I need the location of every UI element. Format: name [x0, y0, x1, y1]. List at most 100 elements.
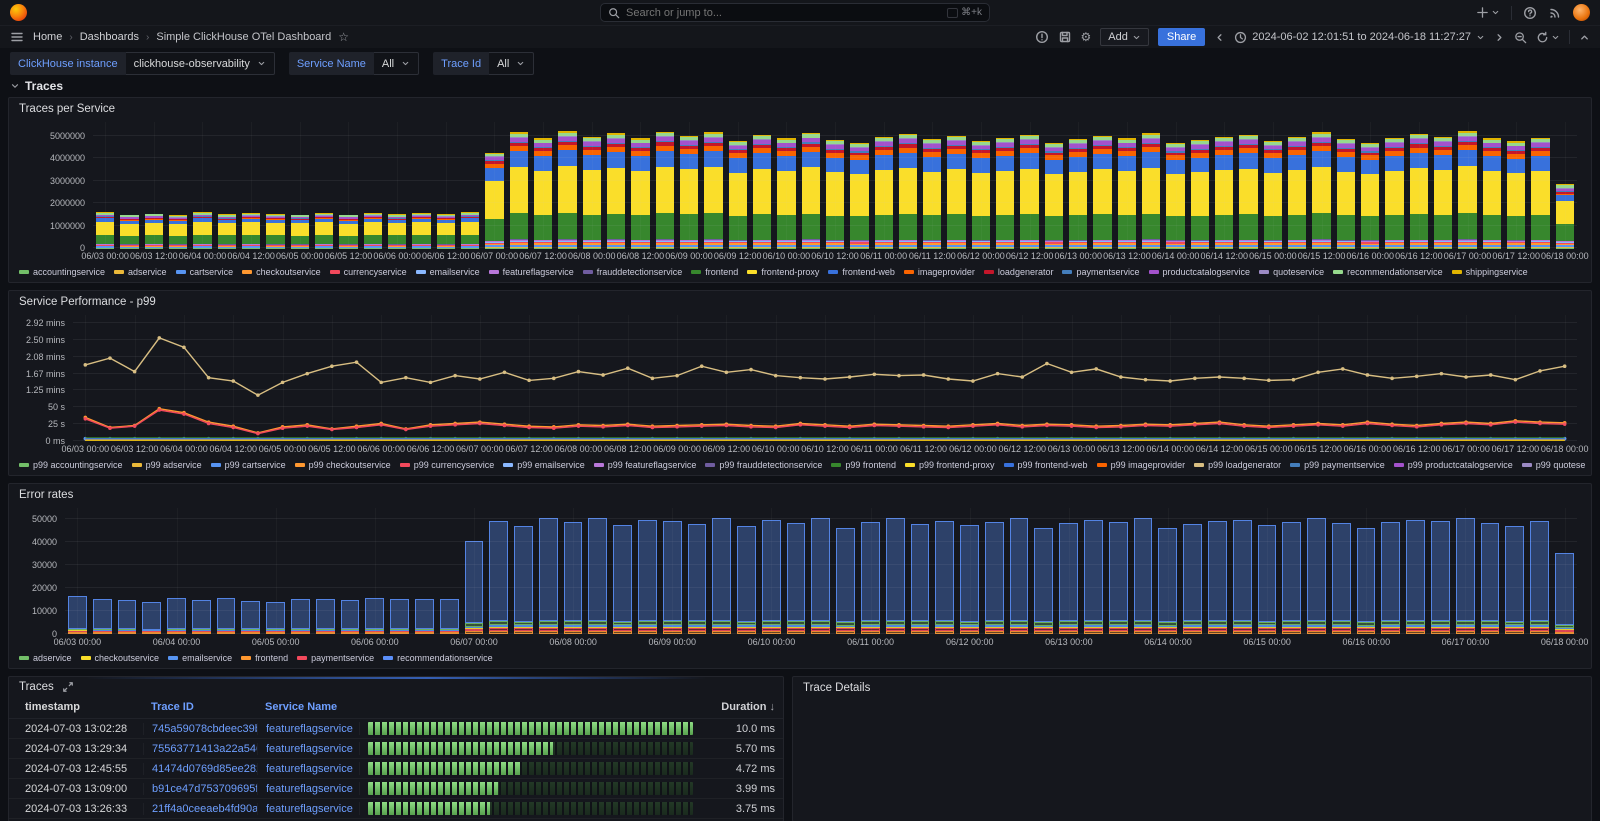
stacked-bar[interactable]: [364, 122, 382, 248]
filter-value-dropdown[interactable]: All: [489, 52, 534, 75]
legend-item[interactable]: quoteservice: [1259, 267, 1324, 277]
stacked-bar[interactable]: [1406, 508, 1425, 634]
menu-toggle-icon[interactable]: [10, 30, 24, 44]
chart-plot-area[interactable]: [93, 122, 1577, 248]
legend-item[interactable]: paymentservice: [297, 653, 374, 663]
legend-item[interactable]: p99 frontend: [831, 460, 896, 470]
stacked-bar[interactable]: [688, 508, 707, 634]
legend-item[interactable]: p99 imageprovider: [1097, 460, 1186, 470]
cell-trace-id-link[interactable]: 75563771413a22a54618...: [143, 743, 257, 755]
stacked-bar[interactable]: [1010, 508, 1029, 634]
stacked-bar[interactable]: [169, 122, 187, 248]
cell-service-name-link[interactable]: featureflagservice: [257, 783, 359, 795]
add-button[interactable]: Add: [1100, 28, 1149, 46]
stacked-bar[interactable]: [996, 122, 1014, 248]
stacked-bar[interactable]: [1288, 122, 1306, 248]
refresh-button[interactable]: [1536, 31, 1560, 44]
legend-item[interactable]: recommendationservice: [1333, 267, 1443, 277]
stacked-bar[interactable]: [1045, 122, 1063, 248]
stacked-bar[interactable]: [440, 508, 459, 634]
table-row[interactable]: 2024-07-03 12:45:5541474d0769d85ee2828..…: [9, 759, 783, 779]
stacked-bar[interactable]: [118, 508, 137, 634]
legend-item[interactable]: imageprovider: [904, 267, 975, 277]
filter-value-dropdown[interactable]: clickhouse-observability: [126, 52, 275, 75]
time-range-picker[interactable]: 2024-06-02 12:01:51 to 2024-06-18 11:27:…: [1234, 31, 1485, 44]
stacked-bar[interactable]: [1481, 508, 1500, 634]
legend-item[interactable]: p99 adservice: [132, 460, 202, 470]
stacked-bar[interactable]: [1142, 122, 1160, 248]
panel-title[interactable]: Service Performance - p99: [9, 291, 1591, 308]
stacked-bar[interactable]: [613, 508, 632, 634]
cell-trace-id-link[interactable]: 41474d0769d85ee2828...: [143, 763, 257, 775]
save-dashboard-button[interactable]: [1058, 30, 1072, 44]
legend-item[interactable]: frontend: [691, 267, 738, 277]
stacked-bar[interactable]: [341, 508, 360, 634]
stacked-bar[interactable]: [947, 122, 965, 248]
legend-item[interactable]: paymentservice: [1062, 267, 1139, 277]
stacked-bar[interactable]: [1307, 508, 1326, 634]
stacked-bar[interactable]: [1093, 122, 1111, 248]
stacked-bar[interactable]: [712, 508, 731, 634]
filter-trace-id[interactable]: Trace Id All: [433, 52, 534, 75]
legend-item[interactable]: p99 quoteservice: [1522, 460, 1585, 470]
stacked-bar[interactable]: [93, 508, 112, 634]
column-header-duration[interactable]: Duration↓: [703, 701, 775, 713]
table-row[interactable]: 2024-07-03 13:09:00b91ce47d753709695f1d.…: [9, 779, 783, 799]
stacked-bar[interactable]: [753, 122, 771, 248]
stacked-bar[interactable]: [539, 508, 558, 634]
stacked-bar[interactable]: [315, 122, 333, 248]
stacked-bar[interactable]: [415, 508, 434, 634]
stacked-bar[interactable]: [1505, 508, 1524, 634]
stacked-bar[interactable]: [899, 122, 917, 248]
filter-service-name[interactable]: Service Name All: [289, 52, 419, 75]
stacked-bar[interactable]: [390, 508, 409, 634]
legend-item[interactable]: frontend-proxy: [747, 267, 819, 277]
stacked-bar[interactable]: [1208, 508, 1227, 634]
stacked-bar[interactable]: [1109, 508, 1128, 634]
zoom-out-button[interactable]: [1514, 31, 1527, 44]
grafana-logo[interactable]: [10, 4, 27, 21]
legend-item[interactable]: p99 accountingservice: [19, 460, 123, 470]
collapse-toolbar-button[interactable]: [1579, 32, 1590, 43]
stacked-bar[interactable]: [1337, 122, 1355, 248]
legend-item[interactable]: cartservice: [176, 267, 234, 277]
stacked-bar[interactable]: [985, 508, 1004, 634]
table-row[interactable]: 2024-07-03 13:26:3321ff4a0ceeaeb4fd90af0…: [9, 799, 783, 819]
row-traces-toggle[interactable]: Traces: [0, 78, 1600, 97]
stacked-bar[interactable]: [1134, 508, 1153, 634]
legend-item[interactable]: p99 frontend-web: [1004, 460, 1088, 470]
legend-item[interactable]: checkoutservice: [81, 653, 160, 663]
stacked-bar[interactable]: [1183, 508, 1202, 634]
stacked-bar[interactable]: [1530, 508, 1549, 634]
stacked-bar[interactable]: [142, 508, 161, 634]
stacked-bar[interactable]: [811, 508, 830, 634]
chart-plot-area[interactable]: [73, 315, 1577, 441]
filter-value-dropdown[interactable]: All: [374, 52, 419, 75]
stacked-bar[interactable]: [638, 508, 657, 634]
cell-trace-id-link[interactable]: 745a59078cbdeec39b7...: [143, 723, 257, 735]
stacked-bar[interactable]: [558, 122, 576, 248]
legend-item[interactable]: emailservice: [416, 267, 480, 277]
panel-title[interactable]: Traces: [19, 681, 54, 693]
stacked-bar[interactable]: [266, 122, 284, 248]
dashboard-insights-button[interactable]: [1035, 30, 1049, 44]
stacked-bar[interactable]: [787, 508, 806, 634]
stacked-bar[interactable]: [412, 122, 430, 248]
stacked-bar[interactable]: [1282, 508, 1301, 634]
share-button[interactable]: Share: [1158, 28, 1205, 46]
legend-item[interactable]: currencyservice: [330, 267, 407, 277]
legend-item[interactable]: loadgenerator: [984, 267, 1054, 277]
search-box[interactable]: ⌘+k: [600, 3, 990, 22]
expand-panel-icon[interactable]: [62, 681, 74, 693]
stacked-bar[interactable]: [316, 508, 335, 634]
stacked-bar[interactable]: [802, 122, 820, 248]
legend-item[interactable]: productcatalogservice: [1149, 267, 1251, 277]
cell-service-name-link[interactable]: featureflagservice: [257, 743, 359, 755]
stacked-bar[interactable]: [241, 508, 260, 634]
legend-item[interactable]: frauddetectionservice: [583, 267, 683, 277]
panel-title[interactable]: Trace Details: [793, 677, 1591, 694]
time-shift-back-button[interactable]: [1214, 32, 1225, 43]
stacked-bar[interactable]: [514, 508, 533, 634]
table-row[interactable]: 2024-07-03 13:02:28745a59078cbdeec39b7..…: [9, 719, 783, 739]
favorite-star-icon[interactable]: ☆: [338, 30, 349, 44]
